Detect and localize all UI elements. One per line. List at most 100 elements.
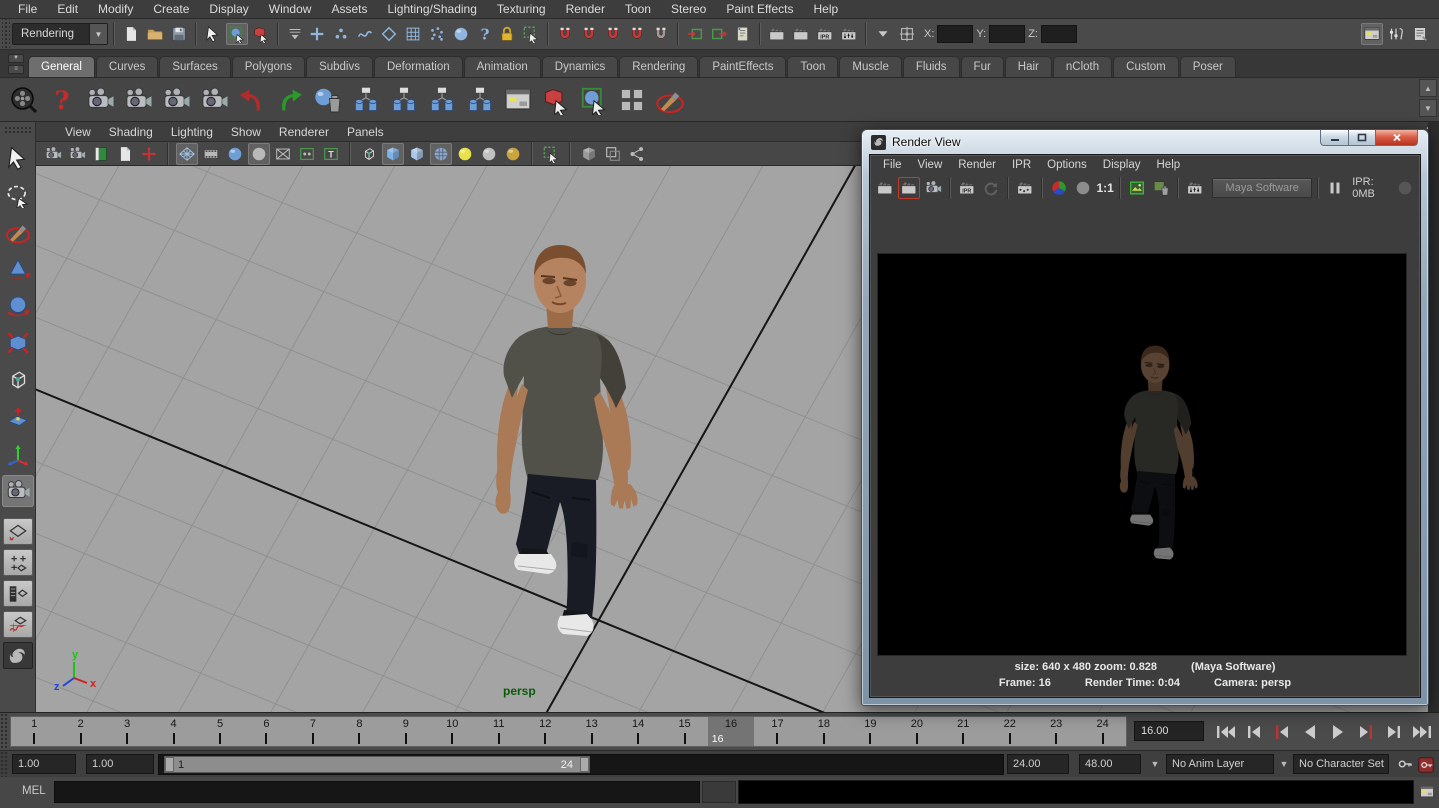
status-line-grip[interactable] xyxy=(2,19,10,49)
redo-icon[interactable] xyxy=(272,82,308,118)
scale-tool[interactable] xyxy=(2,327,34,359)
timeline-frame[interactable]: 5 xyxy=(197,717,243,746)
shelf-tab[interactable]: Subdivs xyxy=(306,56,373,77)
close-button[interactable] xyxy=(1376,130,1418,146)
show-manipulator-tool[interactable] xyxy=(2,438,34,470)
range-slider-grip[interactable] xyxy=(0,751,9,777)
hotbox-dragon-button[interactable] xyxy=(3,642,33,669)
toolbox-grip[interactable] xyxy=(4,126,32,134)
rgb-channels-icon[interactable] xyxy=(1048,177,1070,199)
construction-history-icon[interactable] xyxy=(732,23,754,45)
render-view-menu-item[interactable]: View xyxy=(911,158,950,172)
select-component-icon[interactable] xyxy=(250,23,272,45)
animation-start-field[interactable]: 1.00 xyxy=(12,754,76,774)
render-view-titlebar[interactable]: Render View xyxy=(862,130,1428,154)
step-back-frame-button[interactable] xyxy=(1240,720,1267,743)
select-dynamics-icon[interactable] xyxy=(426,23,448,45)
lasso-select-tool[interactable] xyxy=(2,179,34,211)
menubar-item[interactable]: Render xyxy=(556,2,615,16)
delete-unused-nodes-icon[interactable] xyxy=(310,82,346,118)
timeline-frame[interactable]: 23 xyxy=(1033,717,1079,746)
menubar-item[interactable]: Lighting/Shading xyxy=(377,2,486,16)
display-render-settings-icon[interactable] xyxy=(838,23,860,45)
timeline-frame[interactable]: 20 xyxy=(894,717,940,746)
shelf-tab[interactable]: nCloth xyxy=(1053,56,1112,77)
group-objects-icon[interactable] xyxy=(614,82,650,118)
outliner-persp-layout-button[interactable] xyxy=(3,580,33,607)
tumble-camera-icon[interactable] xyxy=(82,82,118,118)
hypershade-window-icon[interactable] xyxy=(500,82,536,118)
viewport-menu-item[interactable]: View xyxy=(56,125,100,139)
menubar-item[interactable]: File xyxy=(8,2,47,16)
selection-sphere-icon[interactable] xyxy=(576,82,612,118)
default-material-icon[interactable] xyxy=(478,143,500,165)
shelf-tab[interactable]: Curves xyxy=(96,56,158,77)
go-to-end-button[interactable] xyxy=(1408,720,1435,743)
character-set-field[interactable]: No Character Set xyxy=(1293,754,1389,774)
shelf-tab[interactable]: Polygons xyxy=(232,56,305,77)
select-object-icon[interactable] xyxy=(226,23,248,45)
render-view-menu-item[interactable]: Options xyxy=(1040,158,1094,172)
z-field[interactable] xyxy=(1041,25,1077,43)
select-rendering-icon[interactable] xyxy=(450,23,472,45)
timeline-frame[interactable]: 7 xyxy=(290,717,336,746)
rendered-image[interactable] xyxy=(877,253,1407,656)
four-pane-layout-button[interactable] xyxy=(3,549,33,576)
time-slider-grip[interactable] xyxy=(0,713,9,750)
maximize-button[interactable] xyxy=(1349,130,1376,146)
playblast-icon[interactable] xyxy=(6,82,42,118)
smooth-shade-icon[interactable] xyxy=(382,143,404,165)
shelf-tab[interactable]: Muscle xyxy=(839,56,901,77)
open-render-settings-icon[interactable] xyxy=(1184,177,1206,199)
command-result-field[interactable] xyxy=(738,780,1414,804)
shelf-tab[interactable]: Toon xyxy=(787,56,838,77)
shelf-scroll-down-icon[interactable]: ▼ xyxy=(1419,99,1437,117)
shelf-tab[interactable]: Custom xyxy=(1113,56,1179,77)
new-scene-icon[interactable] xyxy=(120,23,142,45)
mel-input[interactable] xyxy=(54,781,700,803)
menubar-item[interactable]: Help xyxy=(804,2,849,16)
chevron-down-icon[interactable]: ▼ xyxy=(1148,758,1162,770)
snapshot-icon[interactable] xyxy=(922,177,944,199)
render-view-menu-item[interactable]: IPR xyxy=(1005,158,1038,172)
set-key-icon[interactable] xyxy=(1396,755,1414,773)
output-connections-icon[interactable] xyxy=(708,23,730,45)
lock-selection-icon[interactable] xyxy=(496,23,518,45)
timeline-frame[interactable]: 22 xyxy=(987,717,1033,746)
persp-graph-layout-button[interactable] xyxy=(3,611,33,638)
render-view-menu-item[interactable]: Help xyxy=(1150,158,1188,172)
timeline-frame[interactable]: 2 xyxy=(57,717,103,746)
shelf-scroll-up-icon[interactable]: ▲ xyxy=(1419,79,1437,97)
shadows-icon[interactable] xyxy=(502,143,524,165)
image-plane-icon[interactable] xyxy=(114,143,136,165)
render-view-menu-item[interactable]: Display xyxy=(1096,158,1148,172)
paint-effects-brush-icon[interactable] xyxy=(652,82,688,118)
safe-title-icon[interactable] xyxy=(320,143,342,165)
select-deformations-icon[interactable] xyxy=(402,23,424,45)
isolate-select-icon[interactable] xyxy=(540,143,562,165)
timeline-frame[interactable]: 21 xyxy=(940,717,986,746)
viewport-menu-item[interactable]: Show xyxy=(222,125,270,139)
playback-range-bar[interactable]: 1 24 xyxy=(164,756,590,773)
undo-icon[interactable] xyxy=(234,82,270,118)
menubar-item[interactable]: Display xyxy=(199,2,258,16)
show-attribute-editor-button[interactable] xyxy=(1361,23,1383,45)
select-points-icon[interactable] xyxy=(330,23,352,45)
timeline-frame[interactable]: 13 xyxy=(568,717,614,746)
resolution-gate-icon[interactable] xyxy=(224,143,246,165)
ipr-render-icon[interactable] xyxy=(814,23,836,45)
mel-label[interactable]: MEL xyxy=(22,785,46,797)
render-view-menu-item[interactable]: Render xyxy=(951,158,1003,172)
use-all-lights-icon[interactable] xyxy=(454,143,476,165)
ipr-render-icon[interactable] xyxy=(956,177,978,199)
single-pane-layout-button[interactable] xyxy=(3,518,33,545)
shelf-tab[interactable]: Animation xyxy=(464,56,541,77)
shelf-tab[interactable]: Surfaces xyxy=(159,56,230,77)
timeline-frame[interactable]: 18 xyxy=(801,717,847,746)
show-channel-box-button[interactable] xyxy=(1409,23,1431,45)
chevron-down-icon[interactable]: ▼ xyxy=(89,24,107,44)
step-forward-key-button[interactable] xyxy=(1352,720,1379,743)
shelf-tab[interactable]: Poser xyxy=(1180,56,1236,77)
select-handles-icon[interactable] xyxy=(306,23,328,45)
shelf-tab[interactable]: Rendering xyxy=(619,56,698,77)
